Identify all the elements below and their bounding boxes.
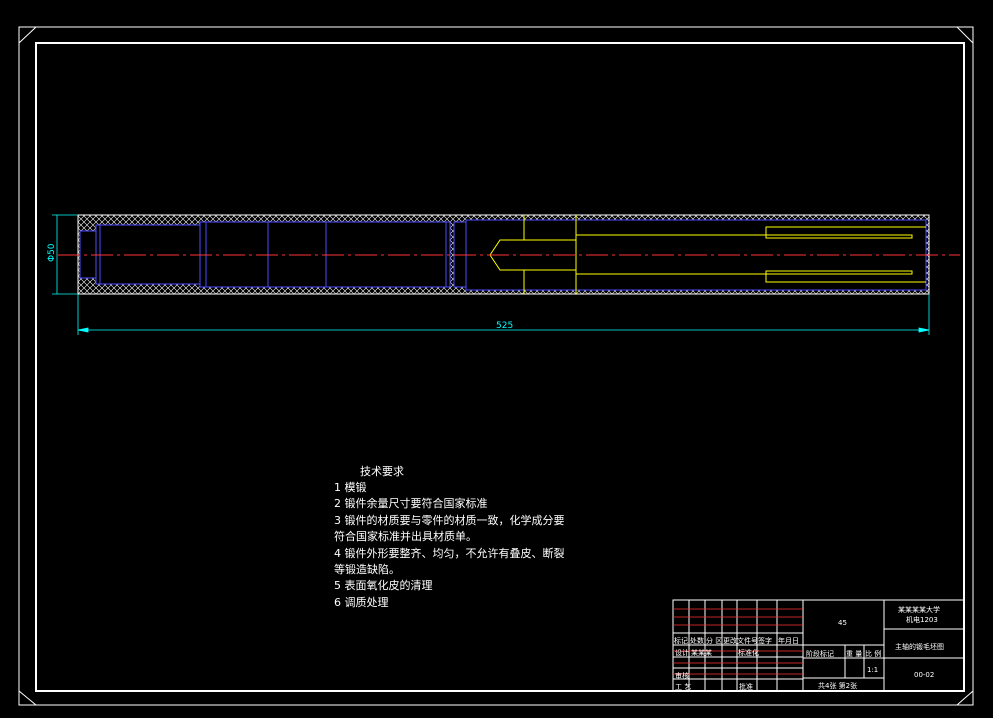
length-dimension-text: 525 xyxy=(496,321,513,331)
date-label: 年月日 xyxy=(778,637,799,645)
sheet-count: 共4张 第2张 xyxy=(818,682,858,690)
designer-name: 某某某 xyxy=(691,649,712,657)
tech-requirement-item: 等锻造缺陷。 xyxy=(334,563,400,577)
tech-requirements-title: 技术要求 xyxy=(360,465,404,478)
approve-label: 批准 xyxy=(739,683,753,691)
corner-mark-tl xyxy=(18,26,37,44)
process-label: 工 艺 xyxy=(675,683,692,691)
scale-value: 1:1 xyxy=(867,666,879,674)
zone-label: 分 区 xyxy=(706,637,723,645)
review-label: 审核 xyxy=(675,672,689,680)
standardization-label: 标准化 xyxy=(738,649,759,657)
stage-mark-label: 阶段标记 xyxy=(806,650,834,658)
corner-mark-tr xyxy=(956,26,974,44)
school-name: 某某某某大学 xyxy=(898,606,940,614)
tech-requirement-item: 3 锻件的材质要与零件的材质一致，化学成分要 xyxy=(334,513,565,527)
change-doc-label: 更改文件号 xyxy=(723,637,758,645)
weight-label: 重 量 xyxy=(846,650,863,658)
tech-requirement-item: 符合国家标准并出具材质单。 xyxy=(334,530,477,544)
corner-mark-bl xyxy=(18,690,37,706)
diameter-dimension-text: Φ50 xyxy=(47,243,57,262)
material-text: 45 xyxy=(838,619,847,627)
class-name: 机电1203 xyxy=(906,616,938,624)
drawing-number: 00-02 xyxy=(914,671,935,679)
signature-label: 签字 xyxy=(758,637,772,645)
tech-requirement-item: 6 调质处理 xyxy=(334,595,389,609)
tech-requirements-list: 1 模锻 2 锻件余量尺寸要符合国家标准 3 锻件的材质要与零件的材质一致，化学… xyxy=(334,480,565,611)
tech-requirement-item: 4 锻件外形要整齐、均匀，不允许有叠皮、断裂 xyxy=(334,546,565,560)
design-label: 设计 xyxy=(675,649,689,657)
tech-requirement-item: 5 表面氧化皮的清理 xyxy=(334,579,433,593)
part-name: 主轴的锻毛坯图 xyxy=(895,643,944,651)
mark-label: 标记 xyxy=(674,637,688,645)
tech-requirement-item: 1 模锻 xyxy=(334,481,367,494)
scale-label: 比 例 xyxy=(865,650,882,658)
corner-mark-br xyxy=(956,690,974,706)
count-label: 处数 xyxy=(690,637,704,645)
tech-requirement-item: 2 锻件余量尺寸要符合国家标准 xyxy=(334,497,488,511)
